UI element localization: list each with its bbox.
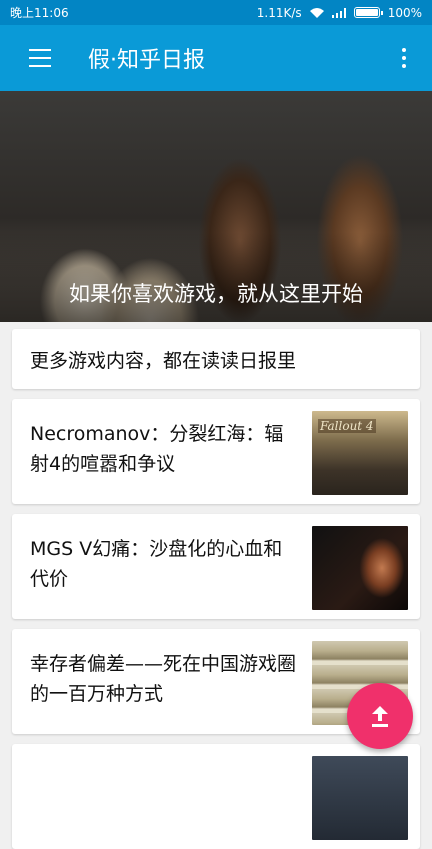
battery-icon [353, 7, 383, 18]
network-speed: 1.11K/s [256, 5, 302, 20]
story-title: 幸存者偏差——死在中国游戏圈的一百万种方式 [30, 653, 297, 705]
story-card[interactable]: MGS V幻痛：沙盘化的心血和代价 [12, 514, 420, 619]
battery-percent: 100% [387, 5, 422, 20]
status-right: 1.11K/s 100% [257, 6, 422, 20]
more-vert-icon[interactable] [384, 30, 424, 86]
hero-banner[interactable]: 如果你喜欢游戏，就从这里开始 [0, 91, 432, 322]
app-title: 假·知乎日报 [88, 48, 205, 73]
story-thumbnail: Fallout 4 [312, 411, 408, 495]
hero-shade [0, 232, 432, 322]
thumbnail-label: Fallout 4 [318, 419, 376, 433]
wifi-icon [309, 7, 324, 18]
story-card[interactable] [12, 744, 420, 849]
hero-caption: 如果你喜欢游戏，就从这里开始 [69, 282, 363, 306]
toolbar: 假·知乎日报 [0, 25, 432, 91]
story-title: MGS V幻痛：沙盘化的心血和代价 [30, 538, 283, 590]
scroll-top-button[interactable] [347, 683, 413, 749]
story-thumbnail [312, 756, 408, 840]
status-time: 晚上11:06 [10, 6, 69, 20]
story-title: Necromanov：分裂红海：辐射4的喧嚣和争议 [30, 423, 284, 475]
story-thumbnail [312, 526, 408, 610]
signal-icon [331, 7, 346, 18]
menu-icon[interactable] [12, 30, 68, 86]
story-card[interactable]: Necromanov：分裂红海：辐射4的喧嚣和争议 Fallout 4 [12, 399, 420, 504]
status-bar: 晚上11:06 1.11K/s 100% [0, 0, 432, 25]
banner-card[interactable]: 更多游戏内容，都在读读日报里 [12, 329, 420, 389]
arrow-up-icon [372, 706, 388, 727]
